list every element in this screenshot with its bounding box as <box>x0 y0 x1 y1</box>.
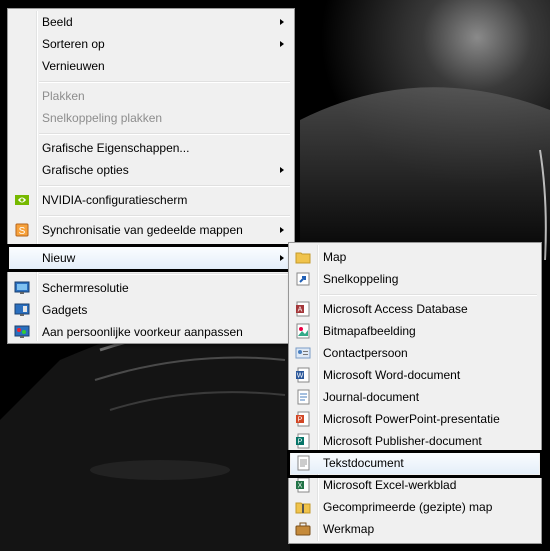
submenu-item-label: Werkmap <box>323 522 375 536</box>
svg-text:W: W <box>297 373 304 380</box>
menu-item-sort-by[interactable]: Sorteren op <box>10 33 292 55</box>
chevron-right-icon <box>280 19 284 25</box>
menu-item-label: Snelkoppeling plakken <box>42 111 163 125</box>
menu-item-label: Synchronisatie van gedeelde mappen <box>42 223 243 237</box>
menu-separator <box>320 294 537 296</box>
submenu-item-shortcut[interactable]: Snelkoppeling <box>291 268 539 290</box>
menu-separator <box>39 133 290 135</box>
submenu-item-word-document[interactable]: W Microsoft Word-document <box>291 364 539 386</box>
zip-folder-icon <box>295 502 311 514</box>
submenu-item-label: Microsoft Excel-werkblad <box>323 478 457 492</box>
menu-item-label: Sorteren op <box>42 37 105 51</box>
menu-item-refresh[interactable]: Vernieuwen <box>10 55 292 77</box>
submenu-item-excel[interactable]: X Microsoft Excel-werkblad <box>291 474 539 496</box>
svg-text:P: P <box>298 439 303 446</box>
sync-icon: S <box>15 223 29 237</box>
chevron-right-icon <box>280 41 284 47</box>
menu-separator <box>39 81 290 83</box>
text-document-icon <box>297 455 310 471</box>
word-icon: W <box>296 367 310 383</box>
menu-item-graphics-properties[interactable]: Grafische Eigenschappen... <box>10 137 292 159</box>
submenu-item-label: Snelkoppeling <box>323 272 399 286</box>
journal-icon <box>297 389 310 405</box>
submenu-item-powerpoint[interactable]: P Microsoft PowerPoint-presentatie <box>291 408 539 430</box>
menu-item-label: Grafische Eigenschappen... <box>42 141 190 155</box>
svg-text:A: A <box>298 307 303 314</box>
contact-icon <box>295 347 311 359</box>
submenu-item-publisher[interactable]: P Microsoft Publisher-document <box>291 430 539 452</box>
screen-resolution-icon <box>14 281 30 294</box>
submenu-item-label: Microsoft Publisher-document <box>323 434 482 448</box>
submenu-item-label: Journal-document <box>323 390 420 404</box>
submenu-item-label: Microsoft PowerPoint-presentatie <box>323 412 500 426</box>
powerpoint-icon: P <box>296 411 310 427</box>
svg-text:X: X <box>298 483 303 490</box>
submenu-item-label: Tekstdocument <box>323 456 404 470</box>
menu-item-paste-shortcut: Snelkoppeling plakken <box>10 107 292 129</box>
menu-item-label: Beeld <box>42 15 73 29</box>
menu-item-nvidia[interactable]: NVIDIA-configuratiescherm <box>10 189 292 211</box>
menu-item-label: NVIDIA-configuratiescherm <box>42 193 188 207</box>
access-icon: A <box>296 301 310 317</box>
chevron-right-icon <box>280 255 284 261</box>
bitmap-icon <box>296 323 310 339</box>
submenu-item-label: Microsoft Word-document <box>323 368 461 382</box>
menu-separator <box>39 273 290 275</box>
menu-item-screen-resolution[interactable]: Schermresolutie <box>10 277 292 299</box>
submenu-item-briefcase[interactable]: Werkmap <box>291 518 539 540</box>
menu-item-label: Aan persoonlijke voorkeur aanpassen <box>42 325 243 339</box>
menu-item-sync-shared-folders[interactable]: S Synchronisatie van gedeelde mappen <box>10 219 292 241</box>
submenu-item-label: Map <box>323 250 347 264</box>
submenu-item-zip-folder[interactable]: Gecomprimeerde (gezipte) map <box>291 496 539 518</box>
menu-item-personalize[interactable]: Aan persoonlijke voorkeur aanpassen <box>10 321 292 343</box>
svg-text:P: P <box>298 417 303 424</box>
desktop-context-menu: Beeld Sorteren op Vernieuwen Plakken Sne… <box>7 8 295 344</box>
excel-icon: X <box>296 477 310 493</box>
menu-item-label: Gadgets <box>42 303 88 317</box>
nvidia-icon <box>15 195 29 205</box>
folder-icon <box>295 252 311 264</box>
submenu-item-label: Contactpersoon <box>323 346 408 360</box>
submenu-item-bitmap[interactable]: Bitmapafbeelding <box>291 320 539 342</box>
menu-item-label: Grafische opties <box>42 163 129 177</box>
menu-separator <box>39 215 290 217</box>
new-submenu: Map Snelkoppeling A Microsoft Access Dat… <box>288 242 542 544</box>
menu-item-graphics-options[interactable]: Grafische opties <box>10 159 292 181</box>
menu-item-view[interactable]: Beeld <box>10 11 292 33</box>
submenu-item-folder[interactable]: Map <box>291 246 539 268</box>
menu-item-gadgets[interactable]: Gadgets <box>10 299 292 321</box>
publisher-icon: P <box>296 433 310 449</box>
briefcase-icon <box>295 522 311 536</box>
submenu-item-label: Microsoft Access Database <box>323 302 468 316</box>
submenu-item-text-document[interactable]: Tekstdocument <box>291 452 539 474</box>
menu-item-label: Plakken <box>42 89 85 103</box>
submenu-item-journal-document[interactable]: Journal-document <box>291 386 539 408</box>
menu-item-label: Nieuw <box>42 251 76 265</box>
svg-text:S: S <box>19 226 26 237</box>
menu-item-paste: Plakken <box>10 85 292 107</box>
menu-item-label: Schermresolutie <box>42 281 129 295</box>
chevron-right-icon <box>280 227 284 233</box>
submenu-item-label: Gecomprimeerde (gezipte) map <box>323 500 493 514</box>
gadgets-icon <box>14 303 30 316</box>
submenu-item-contact[interactable]: Contactpersoon <box>291 342 539 364</box>
personalize-icon <box>14 325 30 338</box>
shortcut-icon <box>296 272 310 286</box>
submenu-item-access-database[interactable]: A Microsoft Access Database <box>291 298 539 320</box>
menu-separator <box>39 185 290 187</box>
menu-item-label: Vernieuwen <box>42 59 105 73</box>
submenu-item-label: Bitmapafbeelding <box>323 324 416 338</box>
chevron-right-icon <box>280 167 284 173</box>
menu-item-new[interactable]: Nieuw <box>10 247 292 269</box>
